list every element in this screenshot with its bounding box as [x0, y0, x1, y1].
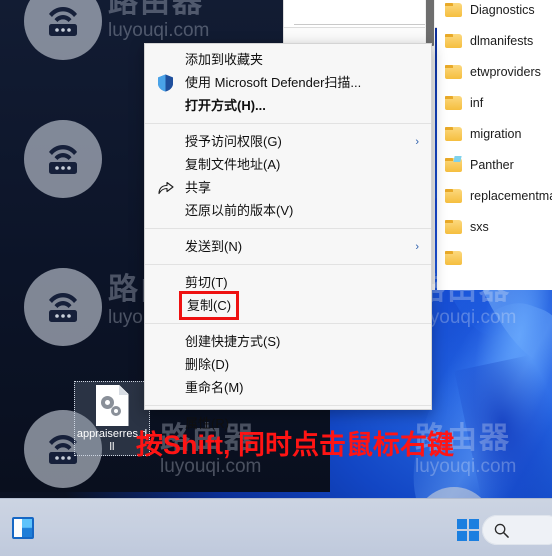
list-item[interactable]: inf: [437, 87, 552, 118]
list-item[interactable]: migration: [437, 118, 552, 149]
list-item[interactable]: Panther: [437, 149, 552, 180]
list-item[interactable]: sxs: [437, 211, 552, 242]
menu-item-label: 重命名(M): [185, 380, 244, 395]
folder-icon: [445, 126, 462, 141]
folder-label: replacementmanifests: [470, 188, 552, 203]
desktop-screen: 路由器 luyouqi.com 路由器 luyouqi.com 路由器 luyo…: [0, 0, 552, 556]
list-item[interactable]: etwproviders: [437, 56, 552, 87]
taskbar-search-box[interactable]: [482, 515, 552, 545]
folder-icon: [445, 188, 462, 203]
menu-item-label: 授予访问权限(G): [185, 134, 282, 149]
folder-label: Diagnostics: [470, 2, 535, 17]
folder-label: migration: [470, 126, 522, 141]
menu-item-label: 共享: [185, 180, 212, 195]
menu-separator: [145, 228, 431, 229]
menu-item-copy[interactable]: 复制(C): [145, 291, 431, 320]
menu-item-label: 添加到收藏夹: [185, 52, 264, 67]
share-icon: [157, 179, 174, 196]
menu-separator: [145, 323, 431, 324]
menu-item-add-to-favorites[interactable]: 添加到收藏夹: [145, 48, 431, 71]
menu-item-label: 使用 Microsoft Defender扫描...: [185, 75, 362, 90]
menu-item-properties[interactable]: 属性(R): [145, 412, 431, 435]
chevron-right-icon: ›: [415, 135, 419, 148]
folder-shortcut-icon: [445, 155, 462, 172]
folder-icon: [445, 33, 462, 48]
menu-item-send-to[interactable]: 发送到(N) ›: [145, 235, 431, 258]
menu-item-label: 还原以前的版本(V): [185, 203, 294, 218]
menu-item-label: 发送到(N): [185, 239, 243, 254]
menu-item-label: 打开方式(H)...: [185, 98, 266, 113]
folder-icon: [445, 64, 462, 79]
folder-list: Diagnostics dlmanifests etwproviders inf…: [437, 0, 552, 290]
menu-item-open-with[interactable]: 打开方式(H)...: [145, 94, 431, 117]
folder-icon: [445, 250, 462, 265]
list-item[interactable]: Diagnostics: [437, 0, 552, 25]
menu-item-label: 删除(D): [185, 357, 230, 372]
menu-item-label: 创建快捷方式(S): [185, 334, 281, 349]
list-item[interactable]: [437, 242, 552, 273]
folder-label: etwproviders: [470, 64, 541, 79]
explorer-scrollbar-thumb[interactable]: [426, 0, 434, 46]
folder-icon: [445, 2, 462, 17]
explorer-window-header: [283, 0, 441, 28]
menu-item-label: 复制(C): [178, 291, 240, 320]
list-item[interactable]: replacementmanifests: [437, 180, 552, 211]
menu-item-defender-scan[interactable]: 使用 Microsoft Defender扫描...: [145, 71, 431, 94]
menu-item-label: 属性(R): [185, 416, 230, 431]
folder-icon: [445, 219, 462, 234]
folder-label: sxs: [470, 219, 489, 234]
chevron-right-icon: ›: [415, 240, 419, 253]
menu-item-grant-access[interactable]: 授予访问权限(G) ›: [145, 130, 431, 153]
menu-item-delete[interactable]: 删除(D): [145, 353, 431, 376]
menu-item-cut[interactable]: 剪切(T): [145, 271, 431, 294]
menu-item-label: 复制文件地址(A): [185, 157, 281, 172]
menu-item-share[interactable]: 共享: [145, 176, 431, 199]
menu-separator: [145, 123, 431, 124]
menu-item-rename[interactable]: 重命名(M): [145, 376, 431, 399]
desktop-file-icon[interactable]: appraiserres.dll: [74, 381, 150, 456]
search-icon: [494, 523, 509, 538]
menu-item-restore-previous-versions[interactable]: 还原以前的版本(V): [145, 199, 431, 222]
folder-label: dlmanifests: [470, 33, 534, 48]
shield-icon: [157, 74, 174, 91]
desktop-file-label: appraiserres.dll: [76, 428, 148, 453]
menu-item-create-shortcut[interactable]: 创建快捷方式(S): [145, 330, 431, 353]
menu-separator: [145, 405, 431, 406]
taskbar-start-icon[interactable]: [457, 519, 479, 541]
header-divider: [294, 24, 427, 25]
taskbar: [0, 498, 552, 556]
menu-item-copy-file-address[interactable]: 复制文件地址(A): [145, 153, 431, 176]
menu-item-label: 剪切(T): [185, 275, 228, 290]
dll-file-icon: [95, 385, 129, 426]
list-item[interactable]: dlmanifests: [437, 25, 552, 56]
folder-label: inf: [470, 95, 484, 110]
taskbar-file-explorer-icon[interactable]: [12, 517, 34, 539]
context-menu[interactable]: 添加到收藏夹 使用 Microsoft Defender扫描... 打开方式(H…: [144, 43, 432, 431]
menu-separator: [145, 264, 431, 265]
folder-icon: [445, 95, 462, 110]
folder-label: Panther: [470, 157, 514, 172]
